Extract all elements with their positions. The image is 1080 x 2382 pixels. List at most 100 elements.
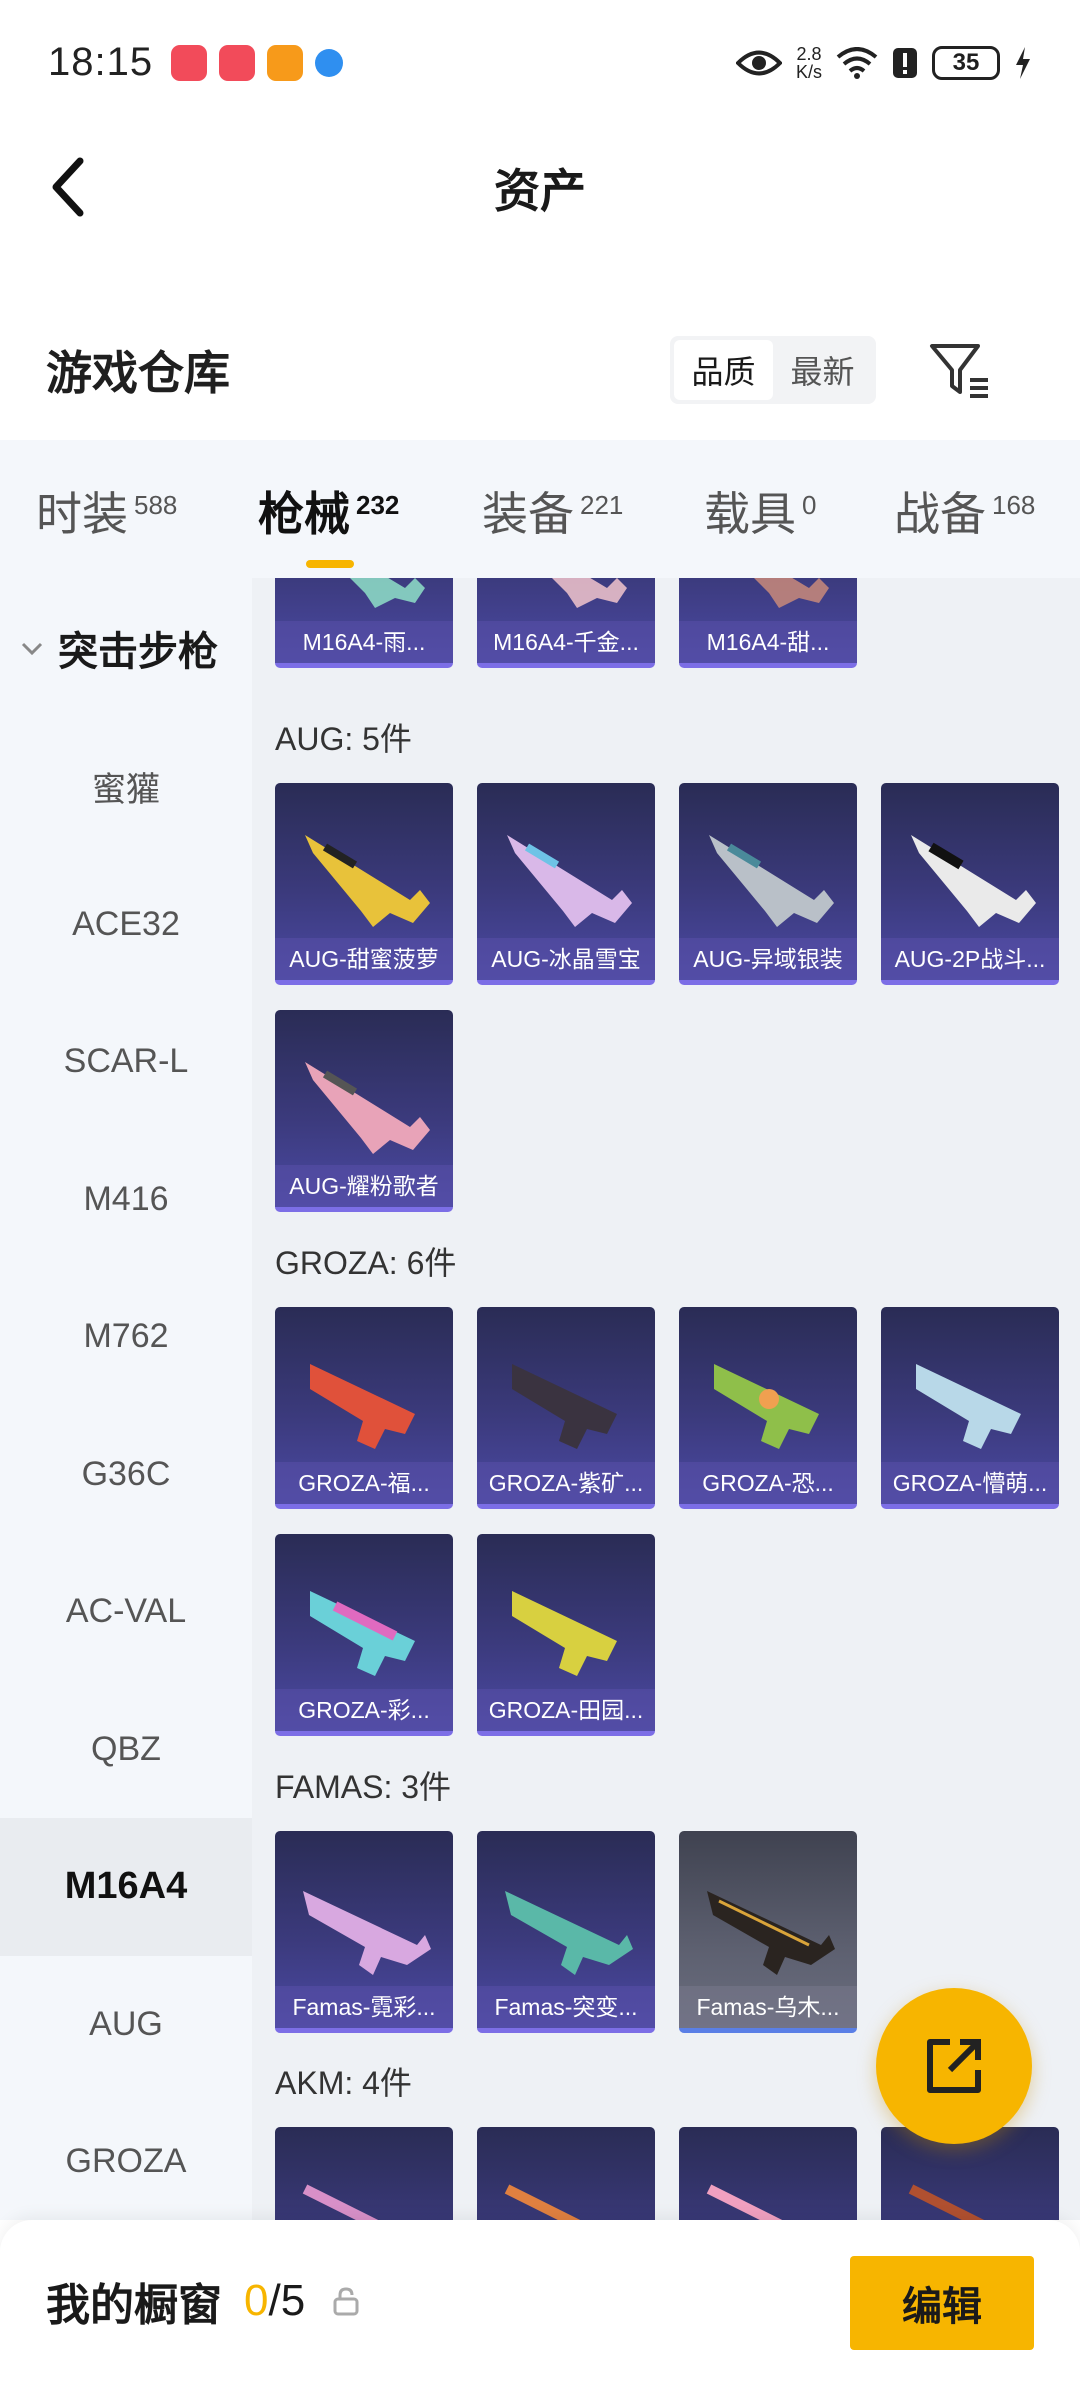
tab-equipment[interactable]: 装备 221 bbox=[482, 478, 623, 544]
game-notification-icon bbox=[267, 44, 304, 81]
wifi-icon bbox=[836, 46, 878, 79]
skin-card[interactable] bbox=[679, 2127, 857, 2220]
skin-name: AUG-异域银装 bbox=[679, 938, 857, 980]
section-header-akm: AKM: 4件 bbox=[275, 2065, 412, 2101]
section-header-aug: AUG: 5件 bbox=[275, 721, 412, 757]
sidebar-item-qbz[interactable]: QBZ bbox=[0, 1681, 252, 1819]
aug-grid-row2: AUG-耀粉歌者 bbox=[275, 1010, 453, 1212]
skin-card[interactable]: M16A4-雨... bbox=[275, 578, 453, 668]
skin-name: Famas-霓彩... bbox=[275, 1986, 453, 2028]
rifle-icon bbox=[303, 1891, 431, 1975]
back-button[interactable] bbox=[36, 155, 100, 219]
section-header-groza: GROZA: 6件 bbox=[275, 1245, 457, 1281]
skin-name: AUG-甜蜜菠萝 bbox=[275, 938, 453, 980]
page-header: 资产 bbox=[0, 125, 1080, 250]
groza-grid-row2: GROZA-彩... GROZA-田园... bbox=[275, 1534, 655, 1736]
category-tabs: 时装 588 枪械 232 装备 221 载具 0 战备 168 bbox=[0, 440, 1080, 578]
showcase-bar: 我的橱窗 0/5 编辑 bbox=[0, 2220, 1080, 2382]
rifle-icon bbox=[302, 2184, 379, 2220]
weapon-type-sidebar: 突击步枪 蜜獾 ACE32 SCAR-L M416 M762 G36C AC-V… bbox=[0, 578, 252, 2220]
skin-card[interactable]: AUG-冰晶雪宝 bbox=[477, 783, 655, 985]
skin-name: GROZA-恐... bbox=[679, 1462, 857, 1504]
aug-grid: AUG-甜蜜菠萝 AUG-冰晶雪宝 AUG-异域银装 AUG-2P战斗... bbox=[275, 783, 1059, 985]
sidebar-item-m762[interactable]: M762 bbox=[0, 1268, 252, 1406]
status-right: 2.8 K/s 35 bbox=[735, 45, 1032, 81]
skin-card[interactable]: AUG-异域银装 bbox=[679, 783, 857, 985]
alert-icon bbox=[893, 47, 917, 78]
edit-button[interactable]: 编辑 bbox=[850, 2256, 1034, 2350]
skin-name: GROZA-懵萌... bbox=[881, 1462, 1059, 1504]
skin-card[interactable]: AUG-2P战斗... bbox=[881, 783, 1059, 985]
warehouse-bar: 游戏仓库 品质 最新 bbox=[0, 320, 1080, 420]
skin-card[interactable]: GROZA-紫矿... bbox=[477, 1307, 655, 1509]
tab-count: 0 bbox=[802, 490, 817, 520]
sidebar-group-label: 突击步枪 bbox=[58, 630, 218, 674]
showcase-count-total: /5 bbox=[268, 2276, 306, 2325]
rifle-icon bbox=[504, 2184, 581, 2220]
sidebar-item-g36c[interactable]: G36C bbox=[0, 1406, 252, 1544]
skin-card[interactable]: GROZA-田园... bbox=[477, 1534, 655, 1736]
skin-card[interactable]: M16A4-千金... bbox=[477, 578, 655, 668]
rifle-icon bbox=[714, 1364, 819, 1449]
warehouse-title: 游戏仓库 bbox=[46, 347, 230, 399]
sidebar-item-honey-badger[interactable]: 蜜獾 bbox=[0, 718, 252, 856]
m16a4-grid: M16A4-雨... M16A4-千金... M16A4-甜... bbox=[275, 578, 857, 668]
filter-icon[interactable] bbox=[928, 338, 992, 402]
skin-name: Famas-乌木... bbox=[679, 1986, 857, 2028]
sidebar-group-assault-rifles[interactable]: 突击步枪 bbox=[0, 578, 252, 718]
skin-name: GROZA-彩... bbox=[275, 1689, 453, 1731]
tab-combat-gear[interactable]: 战备 168 bbox=[894, 478, 1035, 544]
charging-icon bbox=[1016, 46, 1030, 79]
skin-card[interactable]: GROZA-恐... bbox=[679, 1307, 857, 1509]
rifle-icon bbox=[911, 835, 1036, 927]
tab-count: 232 bbox=[356, 490, 400, 520]
skin-card[interactable]: AUG-耀粉歌者 bbox=[275, 1010, 453, 1212]
network-speed: 2.8 K/s bbox=[796, 45, 822, 81]
page-title: 资产 bbox=[494, 164, 586, 217]
tab-label: 时装 bbox=[36, 488, 128, 540]
sort-quality-button[interactable]: 品质 bbox=[674, 340, 773, 400]
sidebar-item-aug[interactable]: AUG bbox=[0, 1956, 252, 2094]
rifle-icon bbox=[709, 835, 834, 927]
skin-card[interactable]: Famas-霓彩... bbox=[275, 1831, 453, 2033]
eye-icon bbox=[735, 50, 782, 75]
battery-indicator: 35 bbox=[932, 45, 1000, 80]
skin-card[interactable] bbox=[275, 2127, 453, 2220]
skin-card[interactable]: Famas-乌木... bbox=[679, 1831, 857, 2033]
skin-card[interactable]: GROZA-彩... bbox=[275, 1534, 453, 1736]
sidebar-item-ace32[interactable]: ACE32 bbox=[0, 856, 252, 994]
tab-fashion[interactable]: 时装 588 bbox=[36, 478, 177, 544]
skin-name: M16A4-甜... bbox=[679, 621, 857, 663]
section-header-famas: FAMAS: 3件 bbox=[275, 1769, 452, 1805]
sidebar-item-scar-l[interactable]: SCAR-L bbox=[0, 993, 252, 1131]
showcase-count-current: 0 bbox=[244, 2276, 269, 2325]
tab-firearms[interactable]: 枪械 232 bbox=[258, 478, 400, 568]
sidebar-item-m16a4[interactable]: M16A4 bbox=[0, 1818, 252, 1956]
rifle-icon bbox=[916, 1364, 1021, 1449]
skin-name: AUG-耀粉歌者 bbox=[275, 1165, 453, 1207]
skin-card[interactable] bbox=[477, 2127, 655, 2220]
tab-vehicles[interactable]: 载具 0 bbox=[704, 478, 816, 544]
weapon-skin-list: M16A4-雨... M16A4-千金... M16A4-甜... AUG: 5… bbox=[252, 578, 1080, 2220]
tab-active-indicator bbox=[306, 560, 354, 568]
speed-value: 2.8 bbox=[796, 43, 822, 64]
skin-name: AUG-2P战斗... bbox=[881, 938, 1059, 980]
sort-newest-button[interactable]: 最新 bbox=[773, 340, 872, 400]
chevron-left-icon bbox=[52, 157, 84, 217]
app-notification-icon bbox=[219, 44, 256, 81]
showcase-title: 我的橱窗 bbox=[46, 2281, 222, 2330]
skin-card[interactable]: AUG-甜蜜菠萝 bbox=[275, 783, 453, 985]
rifle-icon bbox=[707, 1891, 835, 1975]
skin-name: GROZA-田园... bbox=[477, 1689, 655, 1731]
skin-card[interactable]: GROZA-福... bbox=[275, 1307, 453, 1509]
sidebar-item-ac-val[interactable]: AC-VAL bbox=[0, 1543, 252, 1681]
sidebar-item-m416[interactable]: M416 bbox=[0, 1131, 252, 1269]
share-button[interactable] bbox=[876, 1988, 1032, 2144]
skin-card[interactable]: Famas-突变... bbox=[477, 1831, 655, 2033]
sidebar-item-groza[interactable]: GROZA bbox=[0, 2093, 252, 2220]
skin-card[interactable]: GROZA-懵萌... bbox=[881, 1307, 1059, 1509]
skin-name: GROZA-紫矿... bbox=[477, 1462, 655, 1504]
famas-grid: Famas-霓彩... Famas-突变... Famas-乌木... bbox=[275, 1831, 857, 2033]
skin-card[interactable]: M16A4-甜... bbox=[679, 578, 857, 668]
lock-icon bbox=[333, 2287, 359, 2316]
